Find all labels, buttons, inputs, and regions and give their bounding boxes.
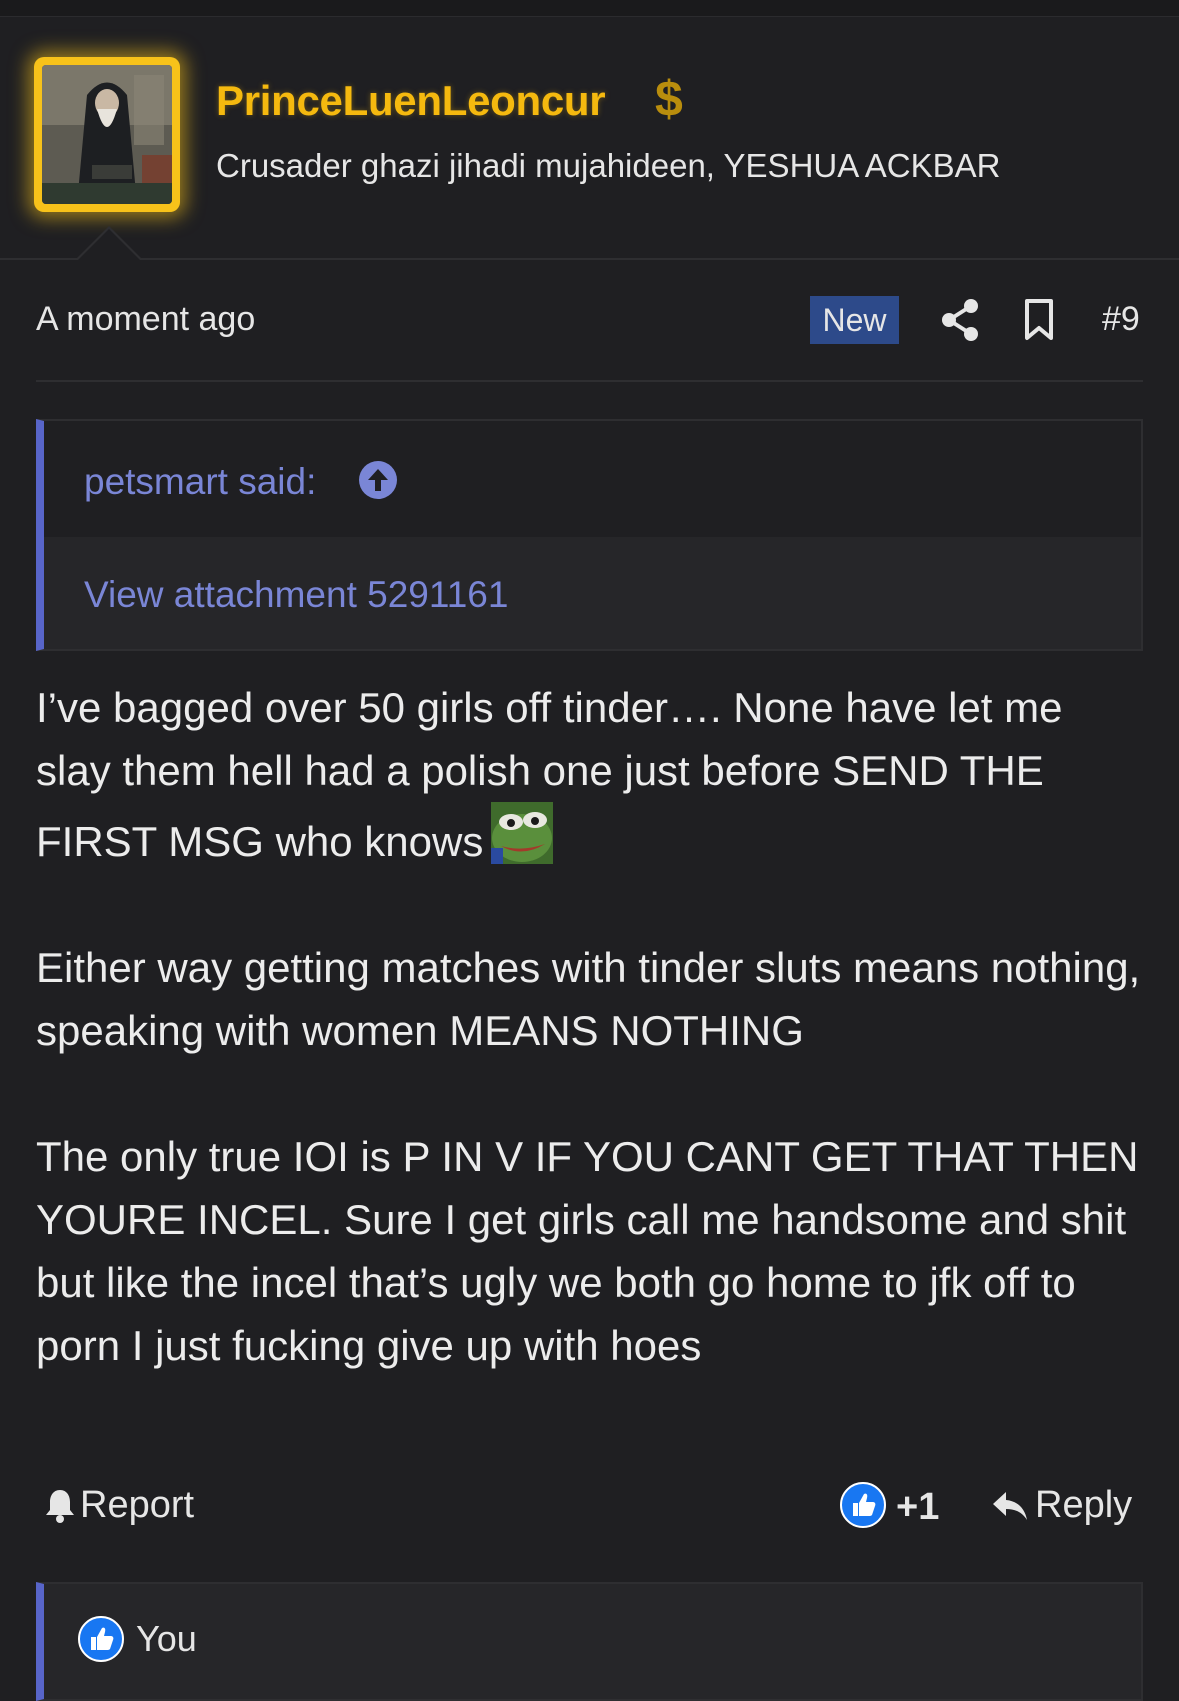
share-icon[interactable] (940, 298, 980, 347)
reply-label: Reply (1035, 1484, 1133, 1526)
username[interactable]: PrinceLuenLeoncur (216, 77, 606, 125)
quote-header: petsmart said: (44, 421, 1141, 537)
like-count[interactable]: +1 (896, 1486, 939, 1529)
jump-to-quote-icon[interactable] (358, 460, 398, 500)
header-pointer-fill (78, 229, 140, 260)
thumbs-up-icon (78, 1616, 124, 1662)
pepe-frog-emoji (491, 802, 554, 864)
bell-icon (46, 1489, 74, 1523)
quote-author[interactable]: petsmart said: (84, 461, 316, 503)
post-body: I’ve bagged over 50 girls off tinder…. N… (36, 676, 1146, 1440)
user-header: PrinceLuenLeoncur $ Crusader ghazi jihad… (0, 17, 1179, 260)
like-button[interactable] (840, 1482, 886, 1528)
avatar-image (42, 65, 172, 204)
user-title: Crusader ghazi jihadi mujahideen, YESHUA… (216, 147, 1001, 184)
reply-arrow-icon (993, 1491, 1027, 1520)
new-badge: New (810, 296, 899, 344)
reactions-bar[interactable]: You (36, 1582, 1143, 1701)
reaction-users[interactable]: You (136, 1618, 197, 1660)
post-actions: Report +1 Reply (36, 1478, 1143, 1540)
post-meta-row: A moment ago New #9 (36, 290, 1143, 382)
avatar[interactable] (34, 57, 180, 212)
report-label: Report (80, 1484, 195, 1526)
post-paragraph: I’ve bagged over 50 girls off tinder…. N… (36, 676, 1146, 873)
quote-block: petsmart said: View attachment 5291161 (36, 419, 1143, 651)
bookmark-icon[interactable] (1022, 298, 1056, 347)
post-number[interactable]: #9 (1102, 300, 1140, 339)
reply-button[interactable]: Reply (991, 1484, 1132, 1527)
report-button[interactable]: Report (44, 1484, 194, 1527)
dollar-sign-icon: $ (655, 71, 683, 127)
attachment-link[interactable]: View attachment 5291161 (84, 574, 508, 616)
thumbs-up-icon (840, 1482, 886, 1528)
post-timestamp[interactable]: A moment ago (36, 300, 255, 339)
post-paragraph: The only true IOI is P IN V IF YOU CANT … (36, 1133, 1139, 1369)
post-paragraph: Either way getting matches with tinder s… (36, 944, 1141, 1054)
top-separator (0, 0, 1179, 17)
